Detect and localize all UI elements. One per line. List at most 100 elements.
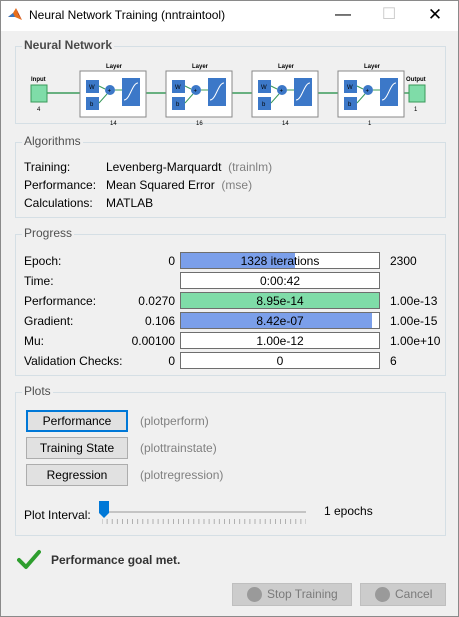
training-value: Levenberg-Marquardt [106, 160, 222, 174]
layer-block: LayerWb+14 [251, 64, 319, 127]
window-title: Neural Network Training (nntraintool) [29, 8, 226, 22]
plot-interval-slider-thumb[interactable] [99, 501, 109, 518]
progress-start-value: 0.106 [144, 314, 175, 328]
algorithms-panel: Algorithms Training: Levenberg-Marquardt… [15, 134, 446, 218]
plots-panel: Plots Performance (plotperform) Training… [15, 384, 446, 536]
plot-interval-track[interactable] [102, 511, 306, 513]
stop-training-button[interactable]: Stop Training [232, 583, 352, 606]
status-text: Performance goal met. [51, 553, 181, 567]
sum-symbol: + [108, 89, 112, 95]
plot-interval-label: Plot Interval: [24, 508, 91, 522]
plot-interval-value: 1 epochs [324, 504, 373, 518]
progress-title: Progress [22, 226, 75, 240]
output-label: Output [406, 77, 426, 83]
progress-row: Performance: 0.0270 8.95e-14 1.00e-13 [24, 292, 444, 310]
progress-row: Mu: 0.00100 1.00e-12 1.00e+10 [24, 332, 444, 350]
progress-current-value: 0:00:42 [259, 274, 301, 288]
progress-label: Time: [24, 274, 54, 288]
algorithms-title: Algorithms [22, 134, 83, 148]
plot-performance-button[interactable]: Performance [26, 410, 128, 432]
layer-size: 14 [282, 121, 289, 127]
progress-row: Validation Checks: 0 0 6 [24, 352, 444, 370]
calculations-label: Calculations: [24, 196, 93, 210]
layer-label: Layer [364, 64, 381, 70]
progress-bar: 0 [180, 352, 380, 369]
stop-training-label: Stop Training [267, 587, 338, 601]
plot-interval-ticks [102, 519, 306, 524]
performance-label: Performance: [24, 178, 97, 192]
progress-start-value: 0 [168, 254, 175, 268]
sum-symbol: + [194, 89, 198, 95]
layer-size: 16 [196, 121, 203, 127]
progress-bar: 1.00e-12 [180, 332, 380, 349]
progress-label: Validation Checks: [24, 354, 123, 368]
progress-row: Time: 0:00:42 [24, 272, 444, 290]
progress-start-value: 0.0270 [138, 294, 175, 308]
minimize-button[interactable]: — [320, 1, 366, 31]
weight-label: W [89, 85, 95, 91]
layer-block: LayerWb+1 [337, 64, 405, 127]
weight-label: W [261, 85, 267, 91]
layer-size: 14 [110, 121, 117, 127]
cancel-label: Cancel [395, 587, 433, 601]
output-node [408, 84, 426, 103]
progress-row: Gradient: 0.106 8.42e-07 1.00e-15 [24, 312, 444, 330]
training-label: Training: [24, 160, 71, 174]
layer-label: Layer [192, 64, 209, 70]
input-node [30, 84, 48, 103]
progress-current-value: 8.95e-14 [256, 294, 304, 308]
progress-end-value: 1.00e-15 [390, 314, 438, 328]
weight-label: W [175, 85, 181, 91]
progress-start-value: 0 [168, 354, 175, 368]
close-button[interactable]: ✕ [412, 1, 458, 31]
progress-bar: 8.95e-14 [180, 292, 380, 309]
checkmark-icon [17, 550, 41, 569]
progress-label: Mu: [24, 334, 45, 348]
plot-training-state-button[interactable]: Training State [26, 437, 128, 459]
progress-end-value: 6 [390, 354, 397, 368]
progress-label: Epoch: [24, 254, 62, 268]
layer-block: LayerWb+14 [79, 64, 147, 127]
input-label: Input [31, 77, 46, 83]
layer-block: LayerWb+16 [165, 64, 233, 127]
training-fn: (trainlm) [228, 160, 273, 174]
stop-icon [247, 587, 262, 602]
plot-regression-fn: (plotregression) [140, 468, 224, 482]
progress-bar: 8.42e-07 [180, 312, 380, 329]
progress-current-value: 8.42e-07 [256, 314, 304, 328]
plots-title: Plots [22, 384, 53, 398]
performance-fn: (mse) [221, 178, 253, 192]
progress-label: Gradient: [24, 314, 74, 328]
progress-label: Performance: [24, 294, 97, 308]
output-size: 1 [414, 107, 418, 113]
maximize-button[interactable]: ☐ [366, 1, 412, 31]
cancel-button[interactable]: Cancel [360, 583, 446, 606]
plot-performance-fn: (plotperform) [140, 414, 209, 428]
layer-label: Layer [278, 64, 295, 70]
weight-label: W [347, 85, 353, 91]
title-bar: Neural Network Training (nntraintool) — … [1, 1, 458, 31]
sum-symbol: + [280, 89, 284, 95]
network-diagram: Input 4 LayerWb+14LayerWb+16LayerWb+14La… [30, 64, 426, 127]
performance-value: Mean Squared Error [106, 178, 215, 192]
progress-end-value: 1.00e-13 [390, 294, 438, 308]
progress-end-value: 1.00e+10 [390, 334, 441, 348]
plot-training-state-fn: (plottrainstate) [140, 441, 217, 455]
sum-symbol: + [366, 89, 370, 95]
progress-current-value: 1.00e-12 [256, 334, 304, 348]
plot-regression-button[interactable]: Regression [26, 464, 128, 486]
progress-current-value: 0 [276, 354, 284, 368]
calculations-value: MATLAB [106, 196, 154, 210]
cancel-icon [375, 587, 390, 602]
layer-label: Layer [106, 64, 123, 70]
nntraintool-window: Neural Network Training (nntraintool) — … [0, 0, 459, 617]
progress-start-value: 0.00100 [131, 334, 175, 348]
neural-network-title: Neural Network [22, 38, 115, 52]
progress-end-value: 2300 [390, 254, 417, 268]
progress-bar: 1328 iterations [180, 252, 380, 269]
layer-size: 1 [368, 121, 372, 127]
input-size: 4 [37, 107, 41, 113]
progress-bar: 0:00:42 [180, 272, 380, 289]
progress-panel: Progress Epoch: 0 1328 iterations 2300 Time:… [15, 226, 446, 376]
neural-network-panel: Neural Network Input 4 Layer Wb +14 Layer Wb… [15, 38, 446, 127]
